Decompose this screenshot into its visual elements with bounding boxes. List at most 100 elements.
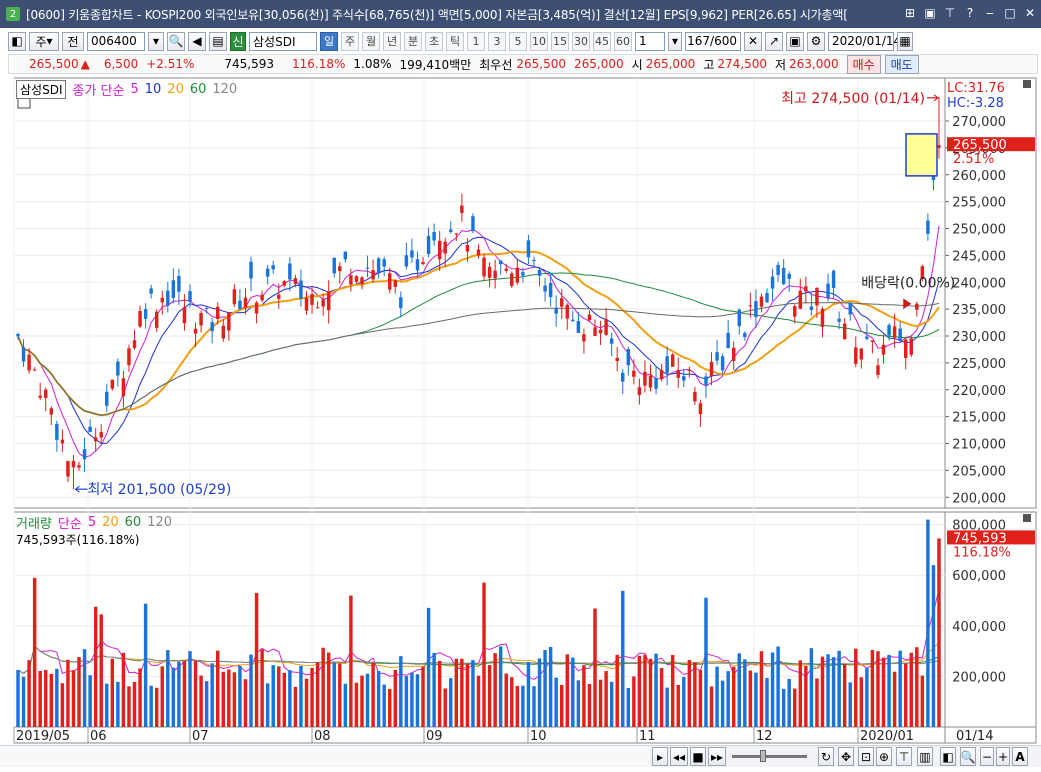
crosshair-icon[interactable]: ✕: [744, 31, 762, 51]
volume-bar: [404, 676, 409, 727]
minimize-icon[interactable]: ‒: [983, 5, 997, 21]
zoom-in-icon[interactable]: 🔍: [960, 747, 976, 766]
dock-icon[interactable]: ◧: [940, 747, 956, 766]
candle-body: [487, 266, 492, 278]
interval-10[interactable]: 10: [530, 31, 548, 51]
count-field[interactable]: 167/600: [685, 31, 741, 51]
turnover-ratio: 1.08%: [353, 57, 392, 71]
draw-icon[interactable]: ↗: [765, 31, 783, 51]
current-price: 265,500: [29, 57, 79, 71]
mode-select[interactable]: 주 ▾: [29, 31, 59, 51]
volume-bar: [149, 685, 153, 727]
volume-bar: [593, 608, 597, 727]
pan-icon[interactable]: ✥: [838, 747, 854, 766]
search-icon[interactable]: 🔍: [167, 31, 185, 51]
chart-area[interactable]: 270,000265,000260,000255,000250,000245,0…: [0, 76, 1041, 769]
interval-1[interactable]: 1: [467, 31, 485, 51]
zoom-slider[interactable]: [732, 755, 807, 758]
refresh-icon[interactable]: ↻: [818, 747, 834, 766]
interval-3[interactable]: 3: [488, 31, 506, 51]
volume-bar: [193, 660, 198, 727]
unit-input[interactable]: 1: [635, 31, 665, 51]
pin-bottom-icon[interactable]: ⊤: [896, 747, 912, 766]
scroll-right-icon[interactable]: ▸: [652, 747, 668, 766]
maximize-icon[interactable]: □: [1003, 5, 1017, 21]
period-week[interactable]: 주: [341, 31, 359, 51]
pin-icon[interactable]: ⊤: [943, 5, 957, 21]
candle-body: [277, 294, 281, 299]
period-month[interactable]: 월: [362, 31, 380, 51]
prev-button[interactable]: 전: [62, 31, 84, 51]
volume-bar: [315, 662, 320, 727]
candle-body: [338, 266, 342, 272]
volume-bar: [815, 678, 819, 727]
zoom-slider-thumb[interactable]: [760, 750, 766, 762]
candle-body: [260, 294, 264, 301]
list-icon[interactable]: ▤: [209, 31, 227, 51]
font-size-icon[interactable]: A: [1012, 747, 1028, 766]
sound-icon[interactable]: ◀: [188, 31, 206, 51]
volume-bar: [182, 661, 187, 727]
period-day[interactable]: 일: [320, 31, 338, 51]
zoom-fit-icon[interactable]: ⊡: [858, 747, 874, 766]
stock-code-input[interactable]: 006400: [87, 31, 145, 51]
panel-toggle-icon[interactable]: ◧: [8, 31, 26, 51]
sell-button[interactable]: 매도: [884, 54, 919, 74]
volume-bar: [443, 688, 447, 727]
volume-bar: [931, 565, 936, 727]
volume-bar: [221, 671, 226, 727]
volume-value-text: 745,593주(116.18%): [16, 533, 140, 547]
rewind-icon[interactable]: ◂◂: [670, 747, 688, 766]
volume-bar: [254, 592, 259, 727]
interval-15[interactable]: 15: [551, 31, 569, 51]
help-icon[interactable]: ?: [963, 5, 977, 21]
period-minute[interactable]: 분: [404, 31, 422, 51]
candle-body: [254, 302, 259, 314]
volume-bar: [848, 682, 852, 727]
legend-ma-label: 종가 단순: [72, 84, 125, 99]
candle-body: [404, 255, 409, 267]
chart-scrollbar[interactable]: [0, 746, 650, 766]
interval-45[interactable]: 45: [593, 31, 611, 51]
volume-bar: [937, 538, 941, 727]
save-icon[interactable]: ▣: [786, 31, 804, 51]
zoom-icon[interactable]: ⊕: [876, 747, 892, 766]
period-year[interactable]: 년: [383, 31, 401, 51]
volume-bar: [437, 660, 442, 727]
volume-legend-ma-5: 5: [87, 515, 97, 530]
candle-body: [60, 439, 65, 444]
settings-icon[interactable]: ⚙: [807, 31, 825, 51]
interval-60[interactable]: 60: [614, 31, 632, 51]
layout-icon[interactable]: ▣: [923, 5, 937, 21]
candle-body: [598, 329, 603, 334]
volume-bar: [44, 669, 48, 727]
calendar-icon[interactable]: ▦: [897, 31, 913, 51]
volume-bar: [465, 663, 470, 727]
plus-icon[interactable]: +: [996, 747, 1010, 766]
buy-button[interactable]: 매수: [846, 54, 881, 74]
period-tick[interactable]: 틱: [446, 31, 464, 51]
candle-body: [621, 372, 625, 382]
code-dropdown-icon[interactable]: ▾: [148, 31, 164, 51]
candle-body: [132, 340, 137, 348]
minus-icon[interactable]: −: [980, 747, 994, 766]
volume-bar: [787, 678, 791, 727]
interval-30[interactable]: 30: [572, 31, 590, 51]
unit-dropdown-icon[interactable]: ▾: [668, 31, 682, 51]
interval-5[interactable]: 5: [509, 31, 527, 51]
legend-ma-5: 5: [130, 82, 139, 97]
chart-canvas[interactable]: 270,000265,000260,000255,000250,000245,0…: [0, 76, 1041, 769]
candle-body: [731, 347, 736, 361]
price-legend: 삼성SDI 종가 단순 5 10 20 60 120: [16, 80, 237, 99]
candle-body: [454, 233, 459, 235]
date-input[interactable]: 2020/01/14: [828, 31, 901, 51]
link-icon[interactable]: ⊞: [903, 5, 917, 21]
fast-forward-icon[interactable]: ▸▸: [708, 747, 726, 766]
close-icon[interactable]: ✕: [1023, 5, 1037, 21]
candle-body: [793, 306, 797, 317]
volume-bar: [32, 577, 37, 727]
period-second[interactable]: 초: [425, 31, 443, 51]
layout-bottom-icon[interactable]: ▥: [917, 747, 933, 766]
legend-stock-name[interactable]: 삼성SDI: [16, 80, 67, 99]
stop-icon[interactable]: ■: [690, 747, 706, 766]
